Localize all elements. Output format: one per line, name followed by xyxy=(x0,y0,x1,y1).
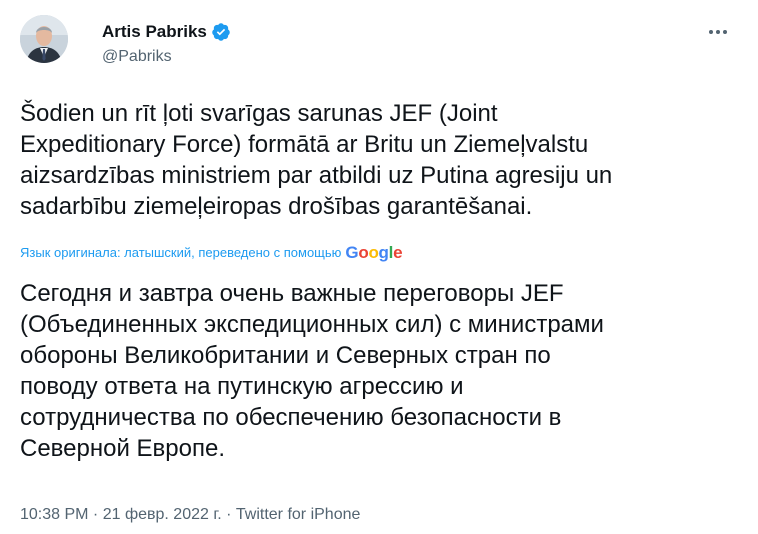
translated-text: Сегодня и завтра очень важные переговоры… xyxy=(20,280,604,462)
tweet-card: Artis Pabriks @Pabriks Šodien un rīt ļot… xyxy=(0,0,758,534)
meta-separator: · xyxy=(221,506,236,523)
verified-badge-icon xyxy=(211,22,231,42)
tweet-source-link[interactable]: Twitter for iPhone xyxy=(236,506,361,523)
author-handle[interactable]: @Pabriks xyxy=(102,47,172,67)
avatar-photo-icon xyxy=(20,15,68,63)
avatar[interactable] xyxy=(20,15,68,63)
more-options-icon xyxy=(709,30,713,34)
tweet-meta: 10:38 PM · 21 февр. 2022 г. · Twitter fo… xyxy=(20,505,360,525)
translation-note[interactable]: Язык оригинала: латышский, переведено с … xyxy=(20,243,403,262)
tweet-text: Šodien un rīt ļoti svarīgas sarunas JEF … xyxy=(20,100,613,220)
tweet-timestamp-link[interactable]: 10:38 PM · 21 февр. 2022 г. xyxy=(20,506,222,523)
more-options-dot xyxy=(723,30,727,34)
more-options-button[interactable] xyxy=(704,24,732,40)
meta-separator: · xyxy=(88,506,103,523)
tweet-date: 21 февр. 2022 г. xyxy=(102,506,222,523)
google-logo-icon: Google xyxy=(345,243,403,262)
author-name[interactable]: Artis Pabriks xyxy=(102,22,207,42)
author-name-row[interactable]: Artis Pabriks xyxy=(102,22,231,42)
more-options-dot xyxy=(716,30,720,34)
tweet-time: 10:38 PM xyxy=(20,506,89,523)
translation-note-label: Язык оригинала: латышский, переведено с … xyxy=(20,245,342,260)
